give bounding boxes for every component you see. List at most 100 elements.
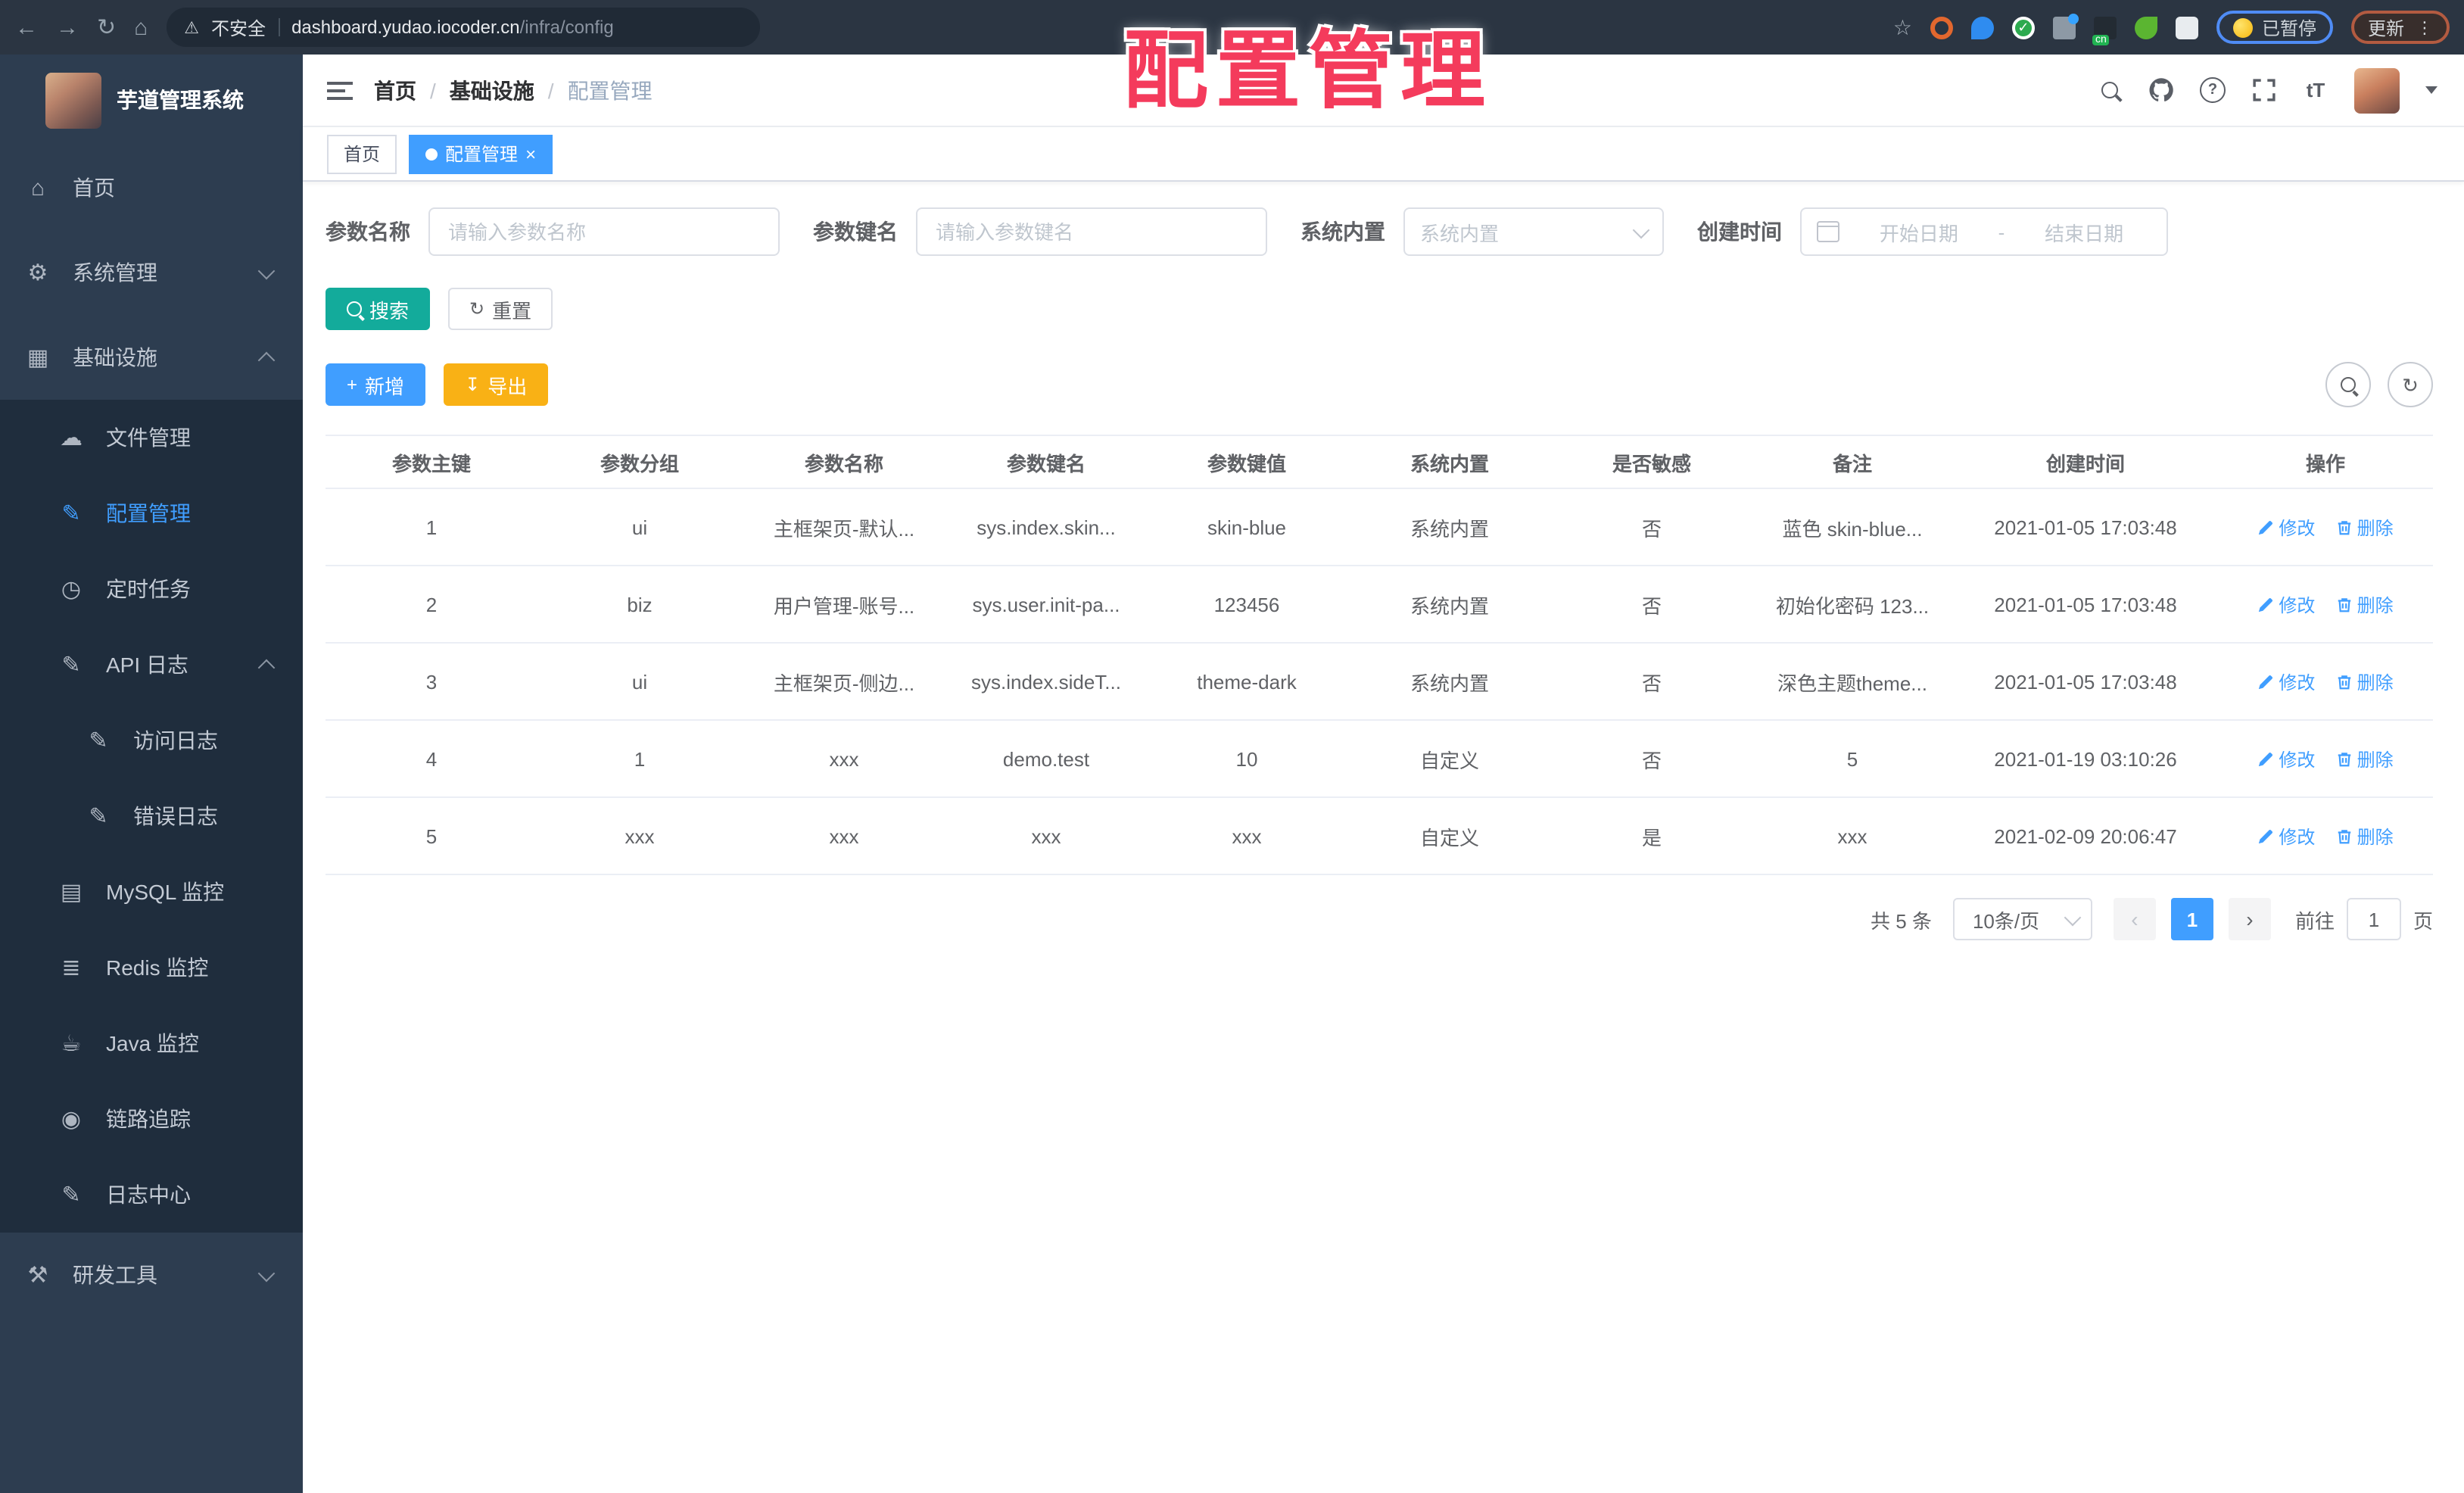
download-icon: ↧ [465,374,481,395]
prev-page-button[interactable]: ‹ [2113,898,2156,940]
sidebar-item-java-monitor[interactable]: ☕ Java 监控 [0,1005,303,1081]
param-name-input[interactable] [428,207,780,256]
sidebar-item-mysql-monitor[interactable]: ▤ MySQL 监控 [0,854,303,930]
sidebar-item-api-logs[interactable]: ✎ API 日志 [0,627,303,703]
col-param-key: 参数键名 [946,435,1146,489]
sidebar-item-dev-tools[interactable]: ⚒ 研发工具 [0,1233,303,1317]
table-row[interactable]: 4 1 xxx demo.test 10 自定义 否 5 2021-01-19 … [326,720,2433,798]
cell-param-name: 主框架页-侧边... [742,643,946,721]
add-button[interactable]: + 新增 [326,363,426,406]
browser-forward-icon[interactable]: → [56,16,79,39]
table-row[interactable]: 5 xxx xxx xxx xxx 自定义 是 xxx 2021-02-09 2… [326,797,2433,875]
delete-link[interactable]: 删除 [2336,669,2394,694]
cell-created: 2021-01-05 17:03:48 [1953,566,2218,644]
home-icon: ⌂ [30,175,45,201]
delete-link[interactable]: 删除 [2336,823,2394,849]
active-tag-dot [425,148,438,160]
table-row[interactable]: 1 ui 主框架页-默认... sys.index.skin... skin-b… [326,488,2433,566]
cell-actions: 修改 删除 [2218,797,2433,875]
table-row[interactable]: 2 biz 用户管理-账号... sys.user.init-pa... 123… [326,566,2433,644]
sidebar-item-access-logs[interactable]: ✎ 访问日志 [0,703,303,778]
next-page-button[interactable]: › [2228,898,2271,940]
help-icon[interactable]: ? [2200,77,2226,103]
delete-link[interactable]: 删除 [2336,591,2394,617]
edit-link[interactable]: 修改 [2257,591,2315,617]
date-range-picker[interactable]: 开始日期 - 结束日期 [1800,207,2168,256]
font-size-icon[interactable]: tT [2303,77,2328,103]
param-name-label: 参数名称 [326,220,410,244]
sidebar-item-infrastructure[interactable]: ▦ 基础设施 [0,315,303,400]
fullscreen-icon[interactable] [2251,77,2277,103]
url-path: /infra/config [519,17,614,38]
cell-sensitive: 是 [1552,797,1752,875]
page-number-current[interactable]: 1 [2170,898,2213,940]
goto-page-input[interactable] [2346,898,2401,940]
cell-param-group: biz [537,566,742,644]
paused-badge-label: 已暂停 [2261,17,2316,39]
extension-leaf-icon[interactable] [2134,16,2157,39]
close-tag-icon[interactable]: × [525,145,536,163]
delete-link[interactable]: 删除 [2336,514,2394,540]
table-row[interactable]: 3 ui 主框架页-侧边... sys.index.sideT... theme… [326,643,2433,721]
extension-pin-icon[interactable] [1970,16,1994,39]
cell-param-key: sys.index.sideT... [946,643,1146,721]
cell-param-value: 10 [1146,720,1347,798]
browser-back-icon[interactable]: ← [15,16,38,39]
app-logo-row[interactable]: 芋道管理系统 [0,55,303,145]
bookmark-star-icon[interactable]: ☆ [1893,14,1912,40]
cell-param-key: sys.user.init-pa... [946,566,1146,644]
avatar[interactable] [2354,67,2400,113]
cell-actions: 修改 删除 [2218,643,2433,721]
user-menu-caret-icon[interactable] [2425,86,2438,94]
extension-icon[interactable] [1930,16,1953,39]
extensions-puzzle-icon[interactable] [2175,16,2198,39]
edit-link[interactable]: 修改 [2257,669,2315,694]
extension-check-icon[interactable]: ✓ [2011,16,2035,39]
refresh-table-button[interactable]: ↻ [2388,362,2433,407]
sidebar-item-file-management[interactable]: ☁ 文件管理 [0,400,303,475]
update-button[interactable]: 更新 ⋮ [2350,11,2450,44]
edit-icon [2259,829,2273,843]
toggle-search-button[interactable] [2325,362,2371,407]
col-param-value: 参数键值 [1146,435,1347,489]
browser-reload-icon[interactable]: ↻ [97,16,116,39]
github-icon[interactable] [2148,77,2174,103]
paused-badge[interactable]: 已暂停 [2216,11,2333,44]
tools-icon: ⚒ [27,1263,48,1289]
top-navbar: 首页 / 基础设施 / 配置管理 ? tT [303,55,2464,127]
edit-link[interactable]: 修改 [2257,746,2315,771]
breadcrumb-home[interactable]: 首页 [374,75,416,105]
edit-link[interactable]: 修改 [2257,514,2315,540]
browser-menu-icon[interactable]: ⋮ [2416,17,2433,37]
tag-config-management[interactable]: 配置管理 × [409,134,553,173]
param-key-input[interactable] [916,207,1267,256]
search-icon [2341,377,2356,392]
total-count: 共 5 条 [1871,909,1932,932]
sidebar-item-trace[interactable]: ◉ 链路追踪 [0,1081,303,1157]
breadcrumb-infrastructure[interactable]: 基础设施 [450,75,534,105]
search-button[interactable]: 搜索 [326,288,431,330]
edit-icon [2259,597,2273,612]
address-bar[interactable]: ⚠ 不安全 dashboard.yudao.iocoder.cn/infra/c… [166,8,760,47]
sidebar-item-system[interactable]: ⚙ 系统管理 [0,230,303,315]
sidebar-item-home[interactable]: ⌂ 首页 [0,145,303,230]
search-icon[interactable] [2097,77,2123,103]
browser-home-icon[interactable]: ⌂ [134,16,148,39]
sidebar-item-log-center[interactable]: ✎ 日志中心 [0,1157,303,1233]
sidebar-item-error-logs[interactable]: ✎ 错误日志 [0,778,303,854]
tag-home[interactable]: 首页 [327,134,397,173]
delete-link[interactable]: 删除 [2336,746,2394,771]
extension-grid-icon[interactable] [2052,13,2079,39]
export-button[interactable]: ↧ 导出 [444,363,549,406]
page-size-select[interactable]: 10条/页 [1952,898,2092,940]
edit-link[interactable]: 修改 [2257,823,2315,849]
sidebar-item-config-management[interactable]: ✎ 配置管理 [0,475,303,551]
sidebar-item-scheduled-tasks[interactable]: ◷ 定时任务 [0,551,303,627]
builtin-select[interactable]: 系统内置 [1403,207,1664,256]
collapse-sidebar-icon[interactable] [327,76,353,104]
cell-param-group: ui [537,488,742,566]
url-host: dashboard.yudao.iocoder.cn [291,17,520,38]
sidebar-item-redis-monitor[interactable]: ≣ Redis 监控 [0,930,303,1005]
reset-button[interactable]: ↻ 重置 [448,288,553,330]
extension-cn-icon[interactable] [2092,16,2117,45]
